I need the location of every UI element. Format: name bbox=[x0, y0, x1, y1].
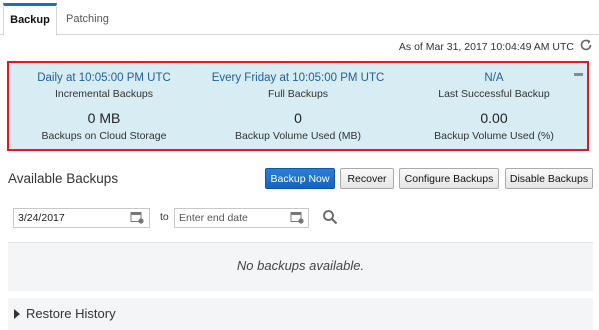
full-backups-cell: Every Friday at 10:05:00 PM UTC Full Bac… bbox=[203, 71, 393, 101]
expand-triangle-icon[interactable] bbox=[14, 309, 20, 319]
end-date-input[interactable]: Enter end date bbox=[174, 208, 309, 228]
tab-patching[interactable]: Patching bbox=[66, 4, 109, 34]
last-successful-backup-label: Last Successful Backup bbox=[438, 88, 550, 100]
tab-bar: Backup Patching bbox=[0, 0, 599, 36]
recover-button[interactable]: Recover bbox=[340, 168, 394, 189]
refresh-icon[interactable] bbox=[579, 38, 593, 52]
volume-mb-cell: 0 Backup Volume Used (MB) bbox=[203, 109, 393, 143]
configure-backups-button[interactable]: Configure Backups bbox=[399, 168, 499, 189]
backup-now-button[interactable]: Backup Now bbox=[265, 168, 335, 189]
backups-empty-message: No backups available. bbox=[8, 242, 593, 291]
tab-backup[interactable]: Backup bbox=[3, 3, 57, 36]
incremental-backups-label: Incremental Backups bbox=[54, 88, 154, 100]
incremental-backups-cell: Daily at 10:05:00 PM UTC Incremental Bac… bbox=[9, 71, 199, 101]
backup-summary-panel: Daily at 10:05:00 PM UTC Incremental Bac… bbox=[7, 61, 589, 151]
incremental-backups-value: Daily at 10:05:00 PM UTC bbox=[37, 72, 171, 84]
last-successful-backup-value: N/A bbox=[484, 72, 504, 84]
volume-pct-cell: 0.00 Backup Volume Used (%) bbox=[399, 109, 589, 143]
volume-pct-label: Backup Volume Used (%) bbox=[434, 130, 554, 142]
restore-history-section[interactable]: Restore History bbox=[8, 298, 593, 330]
cloud-storage-cell: 0 MB Backups on Cloud Storage bbox=[9, 109, 199, 143]
to-label: to bbox=[160, 211, 169, 223]
last-successful-backup-cell: N/A Last Successful Backup bbox=[399, 71, 589, 101]
volume-mb-value: 0 bbox=[294, 110, 302, 126]
disable-backups-button[interactable]: Disable Backups bbox=[505, 168, 593, 189]
calendar-icon[interactable] bbox=[130, 210, 144, 224]
volume-pct-value: 0.00 bbox=[480, 110, 508, 126]
search-icon[interactable] bbox=[322, 209, 338, 225]
full-backups-value: Every Friday at 10:05:00 PM UTC bbox=[211, 72, 385, 84]
cloud-storage-value: 0 MB bbox=[87, 110, 121, 126]
calendar-icon[interactable] bbox=[290, 210, 304, 224]
as-of-timestamp: As of Mar 31, 2017 10:04:49 AM UTC bbox=[398, 41, 574, 53]
volume-mb-label: Backup Volume Used (MB) bbox=[234, 130, 362, 142]
restore-history-label: Restore History bbox=[26, 306, 116, 321]
full-backups-label: Full Backups bbox=[267, 88, 329, 100]
available-backups-title: Available Backups bbox=[8, 171, 119, 186]
cloud-storage-label: Backups on Cloud Storage bbox=[41, 130, 167, 142]
